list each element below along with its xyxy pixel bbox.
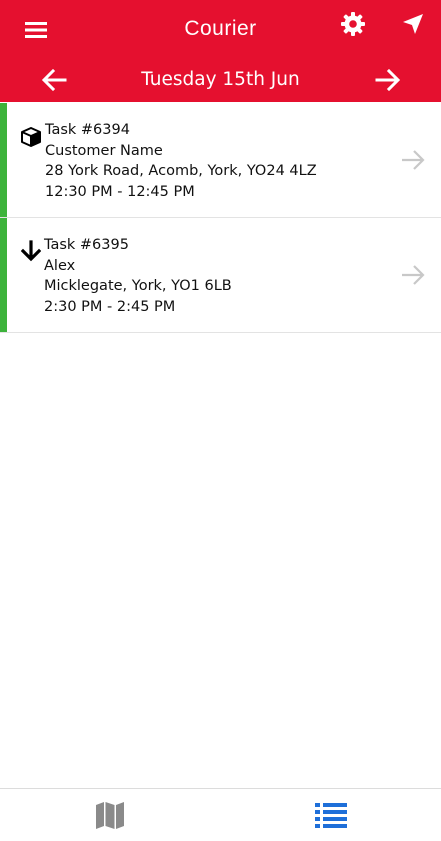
customer-name: Alex bbox=[44, 257, 76, 274]
app-title: Courier bbox=[184, 17, 257, 40]
task-time-window: 12:30 PM - 12:45 PM bbox=[45, 183, 195, 200]
task-time-window: 2:30 PM - 2:45 PM bbox=[44, 298, 176, 315]
task-type-icon bbox=[19, 125, 43, 149]
task-address: Micklegate, York, YO1 6LB bbox=[44, 278, 232, 294]
next-day-button[interactable] bbox=[372, 66, 404, 94]
open-task-arrow-icon[interactable] bbox=[400, 148, 426, 172]
gear-icon bbox=[341, 12, 365, 36]
settings-button[interactable] bbox=[336, 8, 370, 40]
task-list-item[interactable]: Task #6394 Customer Name 28 York Road, A… bbox=[0, 103, 441, 218]
navigate-button[interactable] bbox=[397, 9, 429, 39]
list-icon bbox=[315, 803, 347, 828]
task-number: Task #6394 bbox=[45, 122, 130, 138]
map-icon bbox=[96, 802, 124, 829]
open-task-arrow-icon[interactable] bbox=[400, 263, 426, 287]
task-status-strip bbox=[0, 218, 7, 332]
package-box-icon bbox=[21, 127, 41, 147]
task-type-icon bbox=[19, 239, 43, 263]
navigation-arrow-icon bbox=[403, 14, 423, 34]
task-address: 28 York Road, Acomb, York, YO24 4LZ bbox=[45, 163, 317, 179]
tab-list[interactable] bbox=[221, 789, 441, 841]
tab-map[interactable] bbox=[0, 789, 220, 841]
task-list-item[interactable]: Task #6395 Alex Micklegate, York, YO1 6L… bbox=[0, 218, 441, 333]
task-number: Task #6395 bbox=[44, 237, 129, 253]
task-status-strip bbox=[0, 103, 7, 217]
arrow-right-icon bbox=[375, 69, 401, 91]
arrow-down-icon bbox=[21, 240, 41, 262]
app-header: Courier Tuesday 15th Jun bbox=[0, 0, 441, 102]
customer-name: Customer Name bbox=[45, 142, 163, 159]
bottom-navigation bbox=[0, 788, 441, 841]
